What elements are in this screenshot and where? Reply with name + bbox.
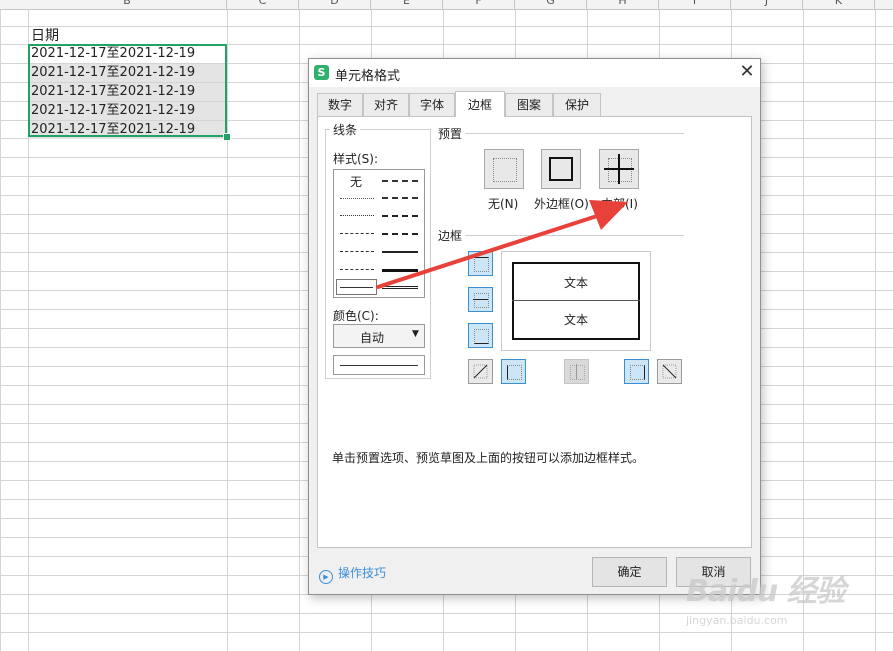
column-header[interactable]: K — [803, 0, 875, 9]
color-dropdown[interactable]: 自动 ▼ — [333, 324, 425, 348]
ok-button[interactable]: 确定 — [592, 557, 667, 587]
line-style-option[interactable] — [382, 269, 418, 272]
grid-line — [875, 10, 876, 651]
border-divider — [442, 235, 684, 236]
line-style-option[interactable] — [340, 269, 374, 270]
line-style-option[interactable] — [340, 233, 374, 234]
preset-group-label: 预置 — [435, 125, 466, 142]
line-preview-swatch — [333, 355, 425, 375]
line-style-option[interactable] — [340, 198, 374, 199]
line-style-option[interactable] — [340, 215, 374, 216]
border-right-button[interactable] — [624, 359, 649, 384]
watermark-logo-text: Baidu 经验 — [686, 574, 846, 609]
preset-divider — [442, 133, 684, 134]
column-header[interactable]: B — [28, 0, 227, 9]
border-diagonal-up-button[interactable] — [468, 359, 493, 384]
operation-tips-link[interactable]: ▶ 操作技巧 — [319, 564, 386, 584]
border-inside-horizontal-button[interactable] — [468, 287, 493, 312]
play-icon: ▶ — [319, 570, 333, 584]
format-cells-dialog: S 单元格格式 ✕ 数字 对齐 字体 边框 图案 保护 线条 样式(S): 无 — [308, 58, 761, 595]
line-style-option[interactable] — [382, 197, 418, 199]
grid-line — [227, 10, 228, 651]
line-style-list[interactable]: 无 — [333, 169, 425, 298]
preset-outline-button[interactable] — [541, 149, 581, 189]
preset-none-button[interactable] — [484, 149, 524, 189]
border-group-label: 边框 — [435, 227, 466, 244]
line-style-option[interactable] — [382, 180, 418, 182]
line-style-selected[interactable] — [336, 279, 377, 295]
preview-text-top: 文本 — [564, 276, 589, 290]
preview-text-bottom: 文本 — [564, 313, 589, 327]
column-header[interactable]: C — [227, 0, 299, 9]
column-header[interactable]: J — [731, 0, 803, 9]
tab-number[interactable]: 数字 — [317, 93, 363, 116]
line-style-option[interactable] — [382, 286, 418, 289]
border-tab-panel: 线条 样式(S): 无 颜色(C): 自动 ▼ 预置 无(N) 外边框(O) 内… — [317, 116, 752, 548]
dialog-title: 单元格格式 — [335, 69, 401, 84]
column-header[interactable]: E — [371, 0, 443, 9]
border-left-button[interactable] — [501, 359, 526, 384]
dialog-titlebar[interactable]: S 单元格格式 ✕ — [309, 59, 760, 87]
wps-app-icon: S — [314, 65, 329, 80]
selection-outline — [28, 44, 227, 137]
border-inside-vertical-button[interactable] — [564, 359, 589, 384]
baidu-watermark: Baidu 经验 jingyan.baidu.com — [686, 566, 886, 646]
fill-handle[interactable] — [223, 133, 231, 141]
border-diagonal-down-button[interactable] — [657, 359, 682, 384]
close-icon[interactable]: ✕ — [737, 62, 757, 82]
line-style-option[interactable] — [340, 251, 374, 252]
border-preview-area[interactable]: 文本 文本 — [501, 251, 651, 351]
preset-inside-label[interactable]: 内部(I) — [601, 195, 638, 212]
tab-border[interactable]: 边框 — [455, 91, 505, 117]
border-top-button[interactable] — [468, 251, 493, 276]
tab-alignment[interactable]: 对齐 — [363, 93, 409, 116]
column-header[interactable]: H — [587, 0, 659, 9]
tab-pattern[interactable]: 图案 — [505, 93, 553, 116]
watermark-url: jingyan.baidu.com — [686, 614, 788, 627]
preset-outline-label[interactable]: 外边框(O) — [534, 195, 589, 212]
column-header[interactable]: F — [443, 0, 515, 9]
column-header-bar: B C D E F G H I J K — [0, 0, 893, 10]
color-label: 颜色(C): — [333, 309, 379, 323]
grid-line — [803, 10, 804, 651]
line-style-option[interactable] — [382, 233, 418, 235]
tab-font[interactable]: 字体 — [409, 93, 455, 116]
preview-inner-line — [512, 300, 640, 301]
grid-line — [299, 10, 300, 651]
tab-protection[interactable]: 保护 — [553, 93, 601, 116]
line-style-option[interactable] — [382, 215, 418, 217]
style-label: 样式(S): — [333, 152, 379, 166]
border-bottom-button[interactable] — [468, 323, 493, 348]
line-style-none[interactable]: 无 — [350, 173, 362, 190]
line-style-option[interactable] — [382, 251, 418, 253]
color-dropdown-value: 自动 — [360, 331, 385, 345]
column-header[interactable]: G — [515, 0, 587, 9]
border-hint-text: 单击预置选项、预览草图及上面的按钮可以添加边框样式。 — [332, 451, 645, 465]
header-cell-date[interactable]: 日期 — [29, 27, 227, 45]
operation-tips-label[interactable]: 操作技巧 — [338, 566, 386, 580]
column-header[interactable]: I — [659, 0, 731, 9]
dropdown-arrow-icon: ▼ — [412, 329, 419, 339]
preset-inside-button[interactable] — [599, 149, 639, 189]
line-group-label: 线条 — [330, 121, 361, 138]
preset-none-label[interactable]: 无(N) — [488, 195, 518, 212]
column-header[interactable]: D — [299, 0, 371, 9]
